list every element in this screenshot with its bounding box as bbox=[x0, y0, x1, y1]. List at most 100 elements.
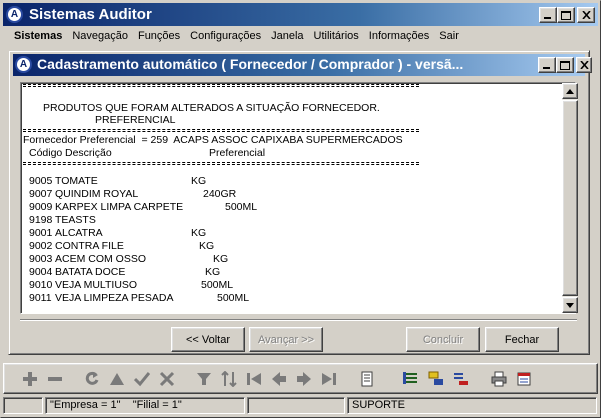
list-red-icon[interactable] bbox=[451, 369, 471, 389]
status-spacer bbox=[247, 397, 345, 414]
report-scrollbar[interactable] bbox=[562, 83, 578, 313]
report-heading: PRODUTOS QUE FORAM ALTERADOS A SITUAÇÃO … bbox=[43, 102, 380, 114]
row-description: VEJA MULTIUSO bbox=[55, 279, 138, 291]
remove-icon[interactable] bbox=[45, 369, 65, 389]
row-description: QUINDIM ROYAL bbox=[55, 188, 139, 200]
main-window: A Sistemas Auditor Sistemas Navegação Fu… bbox=[0, 0, 601, 418]
row-description: TOMATE bbox=[55, 175, 98, 187]
status-user: SUPORTE bbox=[347, 397, 597, 414]
next-record-icon[interactable] bbox=[294, 369, 314, 389]
row-code: 9002 bbox=[29, 240, 53, 252]
row-code: 9009 bbox=[29, 201, 53, 213]
app-titlebar[interactable]: A Sistemas Auditor bbox=[3, 3, 598, 26]
row-unit: 240GR bbox=[203, 188, 237, 200]
maximize-icon bbox=[561, 10, 571, 20]
supplier-line: Fornecedor Preferencial = 259 ACAPS ASSO… bbox=[23, 134, 403, 146]
column-codigo: Código bbox=[29, 147, 63, 159]
column-preferencial: Preferencial bbox=[209, 147, 266, 159]
status-spacer bbox=[3, 397, 43, 414]
menu-navegacao[interactable]: Navegação bbox=[67, 30, 133, 42]
child-minimize-button[interactable] bbox=[538, 57, 556, 73]
checkmark-icon[interactable] bbox=[132, 369, 152, 389]
menu-sair[interactable]: Sair bbox=[434, 30, 464, 42]
previous-record-icon[interactable] bbox=[269, 369, 289, 389]
row-code: 9005 bbox=[29, 175, 53, 187]
document-icon[interactable] bbox=[357, 369, 377, 389]
list-green-icon[interactable] bbox=[401, 369, 421, 389]
cancel-x-icon[interactable] bbox=[157, 369, 177, 389]
child-window-title: Cadastramento automático ( Fornecedor / … bbox=[37, 56, 464, 72]
status-empresa: "Empresa = 1" bbox=[50, 399, 121, 411]
minimize-icon bbox=[544, 17, 551, 19]
arrow-down-icon bbox=[566, 302, 574, 308]
close-button[interactable] bbox=[577, 7, 595, 23]
menu-funcoes[interactable]: Funções bbox=[133, 30, 185, 42]
row-unit: KG bbox=[191, 227, 207, 239]
first-record-icon[interactable] bbox=[244, 369, 264, 389]
child-close-button[interactable] bbox=[576, 57, 592, 73]
list-yellow-icon[interactable] bbox=[426, 369, 446, 389]
report-heading-cont: PREFERENCIAL bbox=[95, 114, 176, 126]
undo-icon[interactable] bbox=[82, 369, 102, 389]
menu-configuracoes[interactable]: Configurações bbox=[185, 30, 266, 42]
finish-button[interactable]: Concluir bbox=[406, 327, 480, 352]
toolbar bbox=[3, 363, 598, 394]
report-viewer[interactable]: PRODUTOS QUE FORAM ALTERADOS A SITUAÇÃO … bbox=[20, 82, 576, 314]
minimize-button[interactable] bbox=[539, 7, 557, 23]
row-unit: 500ML bbox=[217, 292, 250, 304]
row-unit: 500ML bbox=[225, 201, 258, 213]
print-icon[interactable] bbox=[489, 369, 509, 389]
auditor-logo-icon[interactable]: A bbox=[6, 6, 23, 23]
utility-tools bbox=[397, 365, 537, 394]
minimize-icon bbox=[543, 67, 550, 69]
row-description: ALCATRA bbox=[55, 227, 103, 239]
menu-utilitarios[interactable]: Utilitários bbox=[309, 30, 364, 42]
divider bbox=[20, 319, 577, 321]
close-window-button[interactable]: Fechar bbox=[485, 327, 559, 352]
divider bbox=[23, 162, 419, 165]
triangle-up-icon[interactable] bbox=[107, 369, 127, 389]
sort-icon[interactable] bbox=[219, 369, 239, 389]
child-titlebar[interactable]: A Cadastramento automático ( Fornecedor … bbox=[13, 54, 592, 76]
row-unit: KG bbox=[205, 266, 221, 278]
calendar-icon[interactable] bbox=[514, 369, 534, 389]
row-description: ACEM COM OSSO bbox=[55, 253, 147, 265]
navigation-tools bbox=[12, 365, 373, 394]
row-description: VEJA LIMPEZA PESADA bbox=[55, 292, 174, 304]
last-record-icon[interactable] bbox=[319, 369, 339, 389]
scroll-down-button[interactable] bbox=[562, 297, 578, 313]
row-unit: KG bbox=[213, 253, 229, 265]
scroll-up-button[interactable] bbox=[562, 83, 578, 99]
row-code: 9010 bbox=[29, 279, 53, 291]
add-icon[interactable] bbox=[20, 369, 40, 389]
row-unit: KG bbox=[199, 240, 215, 252]
menu-informacoes[interactable]: Informações bbox=[364, 30, 435, 42]
divider bbox=[23, 129, 419, 132]
row-code: 9003 bbox=[29, 253, 53, 265]
auditor-logo-icon[interactable]: A bbox=[15, 56, 32, 73]
row-code: 9011 bbox=[29, 292, 52, 304]
row-unit: 500ML bbox=[201, 279, 234, 291]
row-description: CONTRA FILE bbox=[55, 240, 124, 252]
menu-sistemas[interactable]: Sistemas bbox=[9, 30, 67, 42]
menu-bar: Sistemas Navegação Funções Configurações… bbox=[3, 27, 598, 45]
close-icon bbox=[581, 11, 591, 19]
arrow-up-icon bbox=[566, 88, 574, 94]
menu-janela[interactable]: Janela bbox=[266, 30, 308, 42]
divider bbox=[23, 84, 419, 87]
child-maximize-button[interactable] bbox=[556, 57, 574, 73]
maximize-icon bbox=[560, 60, 570, 70]
row-description: KARPEX LIMPA CARPETE bbox=[55, 201, 184, 213]
next-button[interactable]: Avançar >> bbox=[249, 327, 323, 352]
row-code: 9001 bbox=[29, 227, 53, 239]
scroll-thumb[interactable] bbox=[562, 100, 578, 296]
status-bar: "Empresa = 1" "Filial = 1" SUPORTE bbox=[3, 397, 598, 415]
row-description: TEASTS bbox=[55, 214, 96, 226]
status-company: "Empresa = 1" "Filial = 1" bbox=[45, 397, 245, 414]
close-icon bbox=[579, 61, 589, 69]
child-window: A Cadastramento automático ( Fornecedor … bbox=[8, 50, 592, 355]
back-button[interactable]: << Voltar bbox=[171, 327, 245, 352]
maximize-button[interactable] bbox=[557, 7, 575, 23]
filter-icon[interactable] bbox=[194, 369, 214, 389]
status-filial: "Filial = 1" bbox=[132, 399, 182, 411]
